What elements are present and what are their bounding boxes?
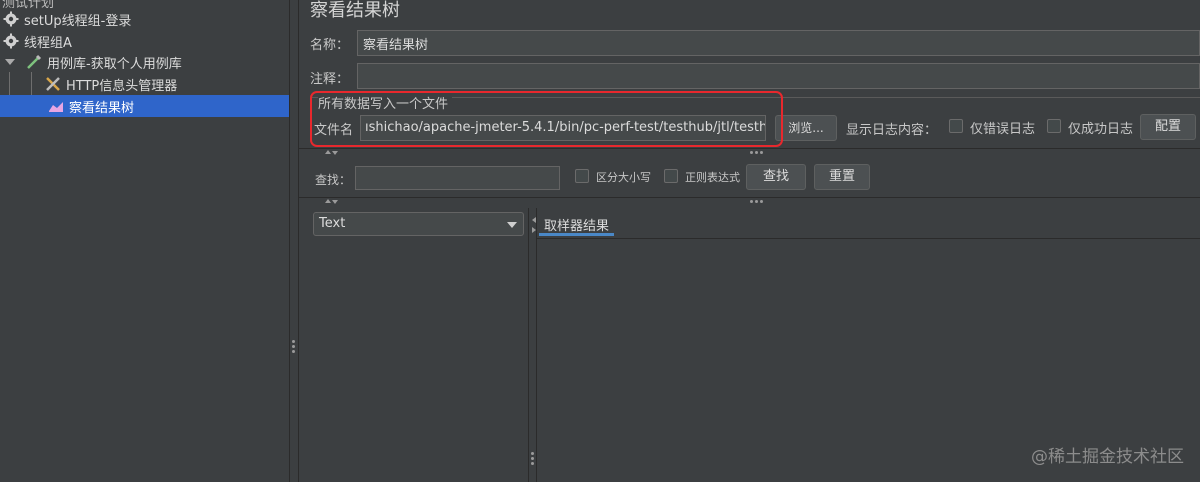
search-label: 查找： bbox=[315, 173, 352, 187]
highlight-annotation bbox=[310, 91, 783, 147]
tree-splitter[interactable] bbox=[289, 0, 299, 482]
tree-item-header-manager[interactable]: HTTP信息头管理器 bbox=[0, 73, 289, 95]
success-only-label: 仅成功日志 bbox=[1068, 122, 1134, 137]
tree-item-view-results-tree[interactable]: 察看结果树 bbox=[0, 95, 289, 117]
reset-button[interactable]: 重置 bbox=[814, 164, 870, 190]
collapse-right-icon[interactable] bbox=[532, 227, 536, 233]
chevron-down-icon bbox=[507, 222, 517, 228]
find-button[interactable]: 查找 bbox=[746, 164, 806, 190]
comment-label: 注释： bbox=[310, 72, 350, 87]
comment-field[interactable] bbox=[357, 63, 1200, 89]
tree-item-label: setUp线程组-登录 bbox=[24, 13, 132, 29]
tree-item-setup-thread-group[interactable]: setUp线程组-登录 bbox=[0, 8, 289, 30]
splitter-grip-icon[interactable] bbox=[750, 151, 763, 154]
collapse-down-icon[interactable] bbox=[332, 151, 338, 155]
log-content-label: 显示日志内容： bbox=[846, 123, 938, 138]
collapse-left-icon[interactable] bbox=[532, 217, 536, 223]
errors-only-label: 仅错误日志 bbox=[970, 122, 1036, 137]
tree-item-label: HTTP信息头管理器 bbox=[66, 78, 178, 94]
results-splitter[interactable] bbox=[528, 208, 537, 482]
search-input[interactable] bbox=[355, 166, 560, 190]
name-label: 名称： bbox=[310, 38, 350, 53]
chart-icon bbox=[49, 102, 63, 112]
renderer-select[interactable]: Text bbox=[313, 212, 524, 236]
configure-button[interactable]: 配置 bbox=[1140, 114, 1196, 140]
watermark: @稀土掘金技术社区 bbox=[1031, 447, 1184, 467]
collapse-up-icon[interactable] bbox=[325, 199, 331, 203]
tree-item-thread-group-a[interactable]: 线程组A bbox=[0, 30, 289, 52]
tree-item-label: 用例库-获取个人用例库 bbox=[47, 56, 182, 72]
test-plan-tree: 测试计划 setUp线程组-登录 线程组A 用例库-获取个人用例库 HTTP信息… bbox=[0, 0, 289, 482]
splitter-grip-icon[interactable] bbox=[292, 340, 296, 355]
tree-item-label: 线程组A bbox=[24, 35, 72, 51]
splitter-grip-icon[interactable] bbox=[531, 452, 535, 467]
page-title: 察看结果树 bbox=[310, 0, 400, 21]
gear-icon bbox=[3, 33, 19, 49]
browse-button[interactable]: 浏览... bbox=[775, 115, 837, 141]
regex-label: 正则表达式 bbox=[685, 171, 740, 184]
tab-sampler-result[interactable]: 取样器结果 bbox=[539, 212, 615, 236]
name-field[interactable]: 察看结果树 bbox=[357, 30, 1200, 56]
case-sensitive-checkbox[interactable] bbox=[575, 169, 589, 183]
tree-item-label: 察看结果树 bbox=[69, 100, 135, 116]
collapse-up-icon[interactable] bbox=[325, 150, 331, 154]
tab-divider bbox=[537, 238, 1200, 239]
tools-icon bbox=[46, 77, 60, 91]
renderer-value: Text bbox=[319, 216, 346, 231]
results-tree-panel: 察看结果树 名称： 察看结果树 注释： 所有数据写入一个文件 文件名 ıshic… bbox=[299, 0, 1200, 482]
splitter-grip-icon[interactable] bbox=[750, 200, 763, 203]
collapse-down-icon[interactable] bbox=[332, 200, 338, 204]
pipette-icon bbox=[27, 54, 42, 69]
case-sensitive-label: 区分大小写 bbox=[596, 171, 651, 184]
expand-icon[interactable] bbox=[5, 59, 15, 65]
success-only-checkbox[interactable] bbox=[1047, 119, 1061, 133]
regex-checkbox[interactable] bbox=[664, 169, 678, 183]
gear-icon bbox=[3, 11, 19, 27]
tree-item-controller[interactable]: 用例库-获取个人用例库 bbox=[0, 51, 289, 73]
errors-only-checkbox[interactable] bbox=[949, 119, 963, 133]
